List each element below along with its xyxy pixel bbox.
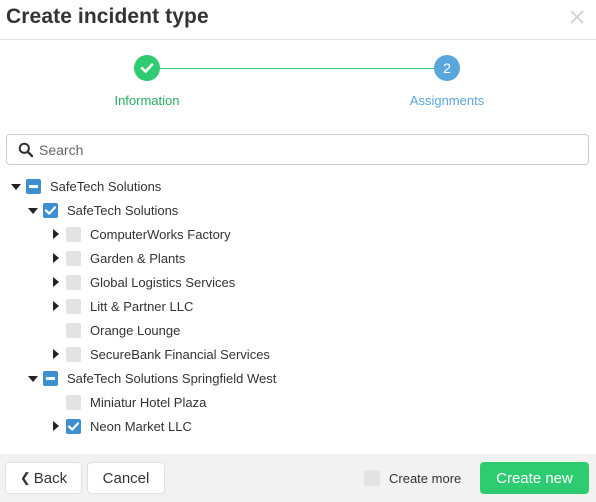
back-button[interactable]: ❮ Back <box>5 462 82 494</box>
cancel-button[interactable]: Cancel <box>87 462 165 494</box>
tree-node-label: SafeTech Solutions <box>50 178 162 194</box>
tree-node-checkbox[interactable] <box>66 226 81 242</box>
step-label-information[interactable]: Information <box>90 93 204 108</box>
tree-node[interactable]: ComputerWorks Factory <box>50 222 231 246</box>
step-number[interactable]: 2 <box>434 55 460 81</box>
tree-node-label: Miniatur Hotel Plaza <box>90 394 207 410</box>
tree-node-label: Garden & Plants <box>90 250 186 266</box>
search-icon <box>18 142 34 163</box>
dialog-title: Create incident type <box>6 5 209 28</box>
tree-node-label: ComputerWorks Factory <box>90 226 231 242</box>
tree-node[interactable]: Orange Lounge <box>50 318 180 342</box>
tree-node-label: Orange Lounge <box>90 322 181 338</box>
tree-node-checkbox[interactable] <box>66 298 81 314</box>
caret-right-icon[interactable] <box>50 222 62 246</box>
tree-node[interactable]: SafeTech Solutions <box>27 198 178 222</box>
create-more-checkbox[interactable] <box>364 470 380 486</box>
tree-node-label: SecureBank Financial Services <box>90 346 270 362</box>
caret-down-icon[interactable] <box>27 366 39 390</box>
tree-node[interactable]: Litt & Partner LLC <box>50 294 193 318</box>
dialog-header: Create incident type <box>0 0 596 40</box>
caret-right-icon[interactable] <box>50 342 62 366</box>
search-box <box>6 134 589 165</box>
search-input[interactable] <box>39 135 579 164</box>
tree-node-checkbox[interactable] <box>66 346 81 362</box>
close-icon[interactable] <box>568 8 586 26</box>
tree-node[interactable]: Global Logistics Services <box>50 270 235 294</box>
step-label-assignments[interactable]: Assignments <box>392 93 502 108</box>
stepper-connector <box>160 68 435 69</box>
tree-node-checkbox[interactable] <box>66 274 81 290</box>
dialog-footer: ❮ Back Cancel Create more Create new <box>0 454 596 502</box>
caret-right-icon[interactable] <box>50 414 62 438</box>
tree-node[interactable]: Miniatur Hotel Plaza <box>50 390 206 414</box>
tree-node-checkbox[interactable] <box>43 202 58 218</box>
tree-node[interactable]: SecureBank Financial Services <box>50 342 270 366</box>
tree-node-label: SafeTech Solutions Springfield West <box>67 370 277 386</box>
tree-node-checkbox[interactable] <box>66 418 81 434</box>
tree-node-label: Global Logistics Services <box>90 274 236 290</box>
create-incident-type-dialog: Create incident type 2 Information Assig… <box>0 0 596 502</box>
tree-node-label: Neon Market LLC <box>90 418 192 434</box>
caret-down-icon[interactable] <box>27 198 39 222</box>
tree-node[interactable]: SafeTech Solutions <box>10 174 161 198</box>
tree-node[interactable]: Garden & Plants <box>50 246 185 270</box>
tree-node-checkbox[interactable] <box>43 370 58 386</box>
chevron-left-icon: ❮ <box>19 469 31 485</box>
tree-node[interactable]: Neon Market LLC <box>50 414 192 438</box>
caret-right-icon[interactable] <box>50 270 62 294</box>
stepper: 2 Information Assignments <box>0 40 596 120</box>
step-complete-check-icon[interactable] <box>134 55 160 81</box>
caret-down-icon[interactable] <box>10 174 22 198</box>
create-more-label[interactable]: Create more <box>389 471 461 486</box>
tree-node-checkbox[interactable] <box>26 178 41 194</box>
tree-node-checkbox[interactable] <box>66 322 81 338</box>
create-new-button[interactable]: Create new <box>480 462 589 494</box>
tree-node-label: SafeTech Solutions <box>67 202 179 218</box>
back-button-label: Back <box>33 469 68 487</box>
tree-node-checkbox[interactable] <box>66 250 81 266</box>
tree-node[interactable]: SafeTech Solutions Springfield West <box>27 366 276 390</box>
tree-node-checkbox[interactable] <box>66 394 81 410</box>
caret-right-icon[interactable] <box>50 294 62 318</box>
tree-node-label: Litt & Partner LLC <box>90 298 194 314</box>
caret-right-icon[interactable] <box>50 246 62 270</box>
